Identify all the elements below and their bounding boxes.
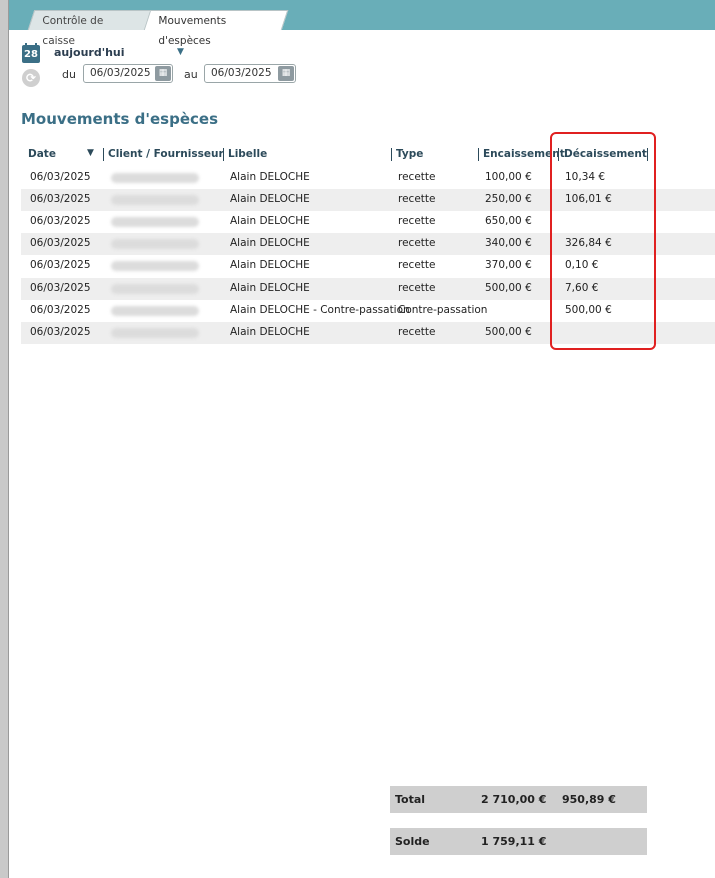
cell-encaissement: 370,00 €	[485, 259, 532, 271]
cell-type: Contre-passation	[398, 304, 488, 316]
cell-libelle: Alain DELOCHE	[230, 237, 310, 249]
col-header-type[interactable]: Type	[396, 148, 423, 162]
col-separator[interactable]	[391, 148, 392, 161]
redacted-client	[111, 195, 199, 205]
total-decaissement: 950,89 €	[562, 793, 616, 806]
to-label: au	[184, 68, 198, 81]
cell-encaissement: 340,00 €	[485, 237, 532, 249]
cell-date: 06/03/2025	[30, 215, 91, 227]
cell-libelle: Alain DELOCHE	[230, 282, 310, 294]
col-separator[interactable]	[223, 148, 224, 161]
redacted-client	[111, 284, 199, 294]
calendar-picker-icon[interactable]: ▦	[155, 66, 171, 81]
col-separator[interactable]	[103, 148, 104, 161]
cell-encaissement: 500,00 €	[485, 282, 532, 294]
cell-encaissement: 100,00 €	[485, 171, 532, 183]
cell-type: recette	[398, 193, 436, 205]
tab-bar: Contrôle de caisse Mouvements d'espèces	[9, 0, 715, 47]
from-date-input[interactable]: 06/03/2025 ▦	[83, 64, 173, 83]
section-title: Mouvements d'espèces	[21, 110, 218, 128]
cell-libelle: Alain DELOCHE	[230, 171, 310, 183]
cell-libelle: Alain DELOCHE	[230, 259, 310, 271]
redacted-client	[111, 261, 199, 271]
cell-date: 06/03/2025	[30, 326, 91, 338]
col-header-libelle[interactable]: Libelle	[228, 148, 267, 162]
redacted-client	[111, 306, 199, 316]
total-label: Total	[395, 793, 426, 806]
tab-controle-caisse[interactable]: Contrôle de caisse	[27, 10, 155, 47]
window-left-edge	[0, 0, 9, 878]
cell-date: 06/03/2025	[30, 237, 91, 249]
solde-value: 1 759,11 €	[481, 835, 547, 848]
cell-type: recette	[398, 326, 436, 338]
cell-encaissement: 250,00 €	[485, 193, 532, 205]
total-box: Total 2 710,00 € 950,89 €	[390, 786, 647, 813]
cell-libelle: Alain DELOCHE	[230, 193, 310, 205]
col-header-client[interactable]: Client / Fournisseur	[108, 148, 224, 162]
cell-libelle: Alain DELOCHE	[230, 326, 310, 338]
cell-type: recette	[398, 259, 436, 271]
calendar-picker-icon[interactable]: ▦	[278, 66, 294, 81]
cell-libelle: Alain DELOCHE - Contre-passation	[230, 304, 410, 316]
cell-type: recette	[398, 237, 436, 249]
to-date-value: 06/03/2025	[211, 67, 272, 79]
solde-label: Solde	[395, 835, 430, 848]
sort-down-icon[interactable]: ▼	[87, 148, 94, 158]
redacted-client	[111, 217, 199, 227]
cell-libelle: Alain DELOCHE	[230, 215, 310, 227]
redacted-client	[111, 173, 199, 183]
calendar-icon[interactable]: 28	[22, 43, 40, 63]
from-date-value: 06/03/2025	[90, 67, 151, 79]
cell-encaissement: 500,00 €	[485, 326, 532, 338]
to-date-input[interactable]: 06/03/2025 ▦	[204, 64, 296, 83]
col-header-date[interactable]: Date	[28, 148, 56, 162]
cell-type: recette	[398, 282, 436, 294]
from-label: du	[62, 68, 76, 81]
col-separator[interactable]	[478, 148, 479, 161]
tab-mouvements-especes[interactable]: Mouvements d'espèces	[143, 10, 289, 47]
cell-date: 06/03/2025	[30, 259, 91, 271]
solde-box: Solde 1 759,11 €	[390, 828, 647, 855]
chevron-down-icon[interactable]: ▼	[177, 47, 184, 57]
decaissement-highlight-box	[550, 132, 656, 350]
cell-encaissement: 650,00 €	[485, 215, 532, 227]
redacted-client	[111, 239, 199, 249]
cell-type: recette	[398, 215, 436, 227]
period-select[interactable]: aujourd'hui	[54, 46, 125, 59]
cell-date: 06/03/2025	[30, 304, 91, 316]
cell-date: 06/03/2025	[30, 193, 91, 205]
cell-date: 06/03/2025	[30, 282, 91, 294]
redacted-client	[111, 328, 199, 338]
cell-type: recette	[398, 171, 436, 183]
refresh-icon[interactable]: ⟳	[22, 69, 40, 87]
cell-date: 06/03/2025	[30, 171, 91, 183]
total-encaissement: 2 710,00 €	[481, 793, 547, 806]
